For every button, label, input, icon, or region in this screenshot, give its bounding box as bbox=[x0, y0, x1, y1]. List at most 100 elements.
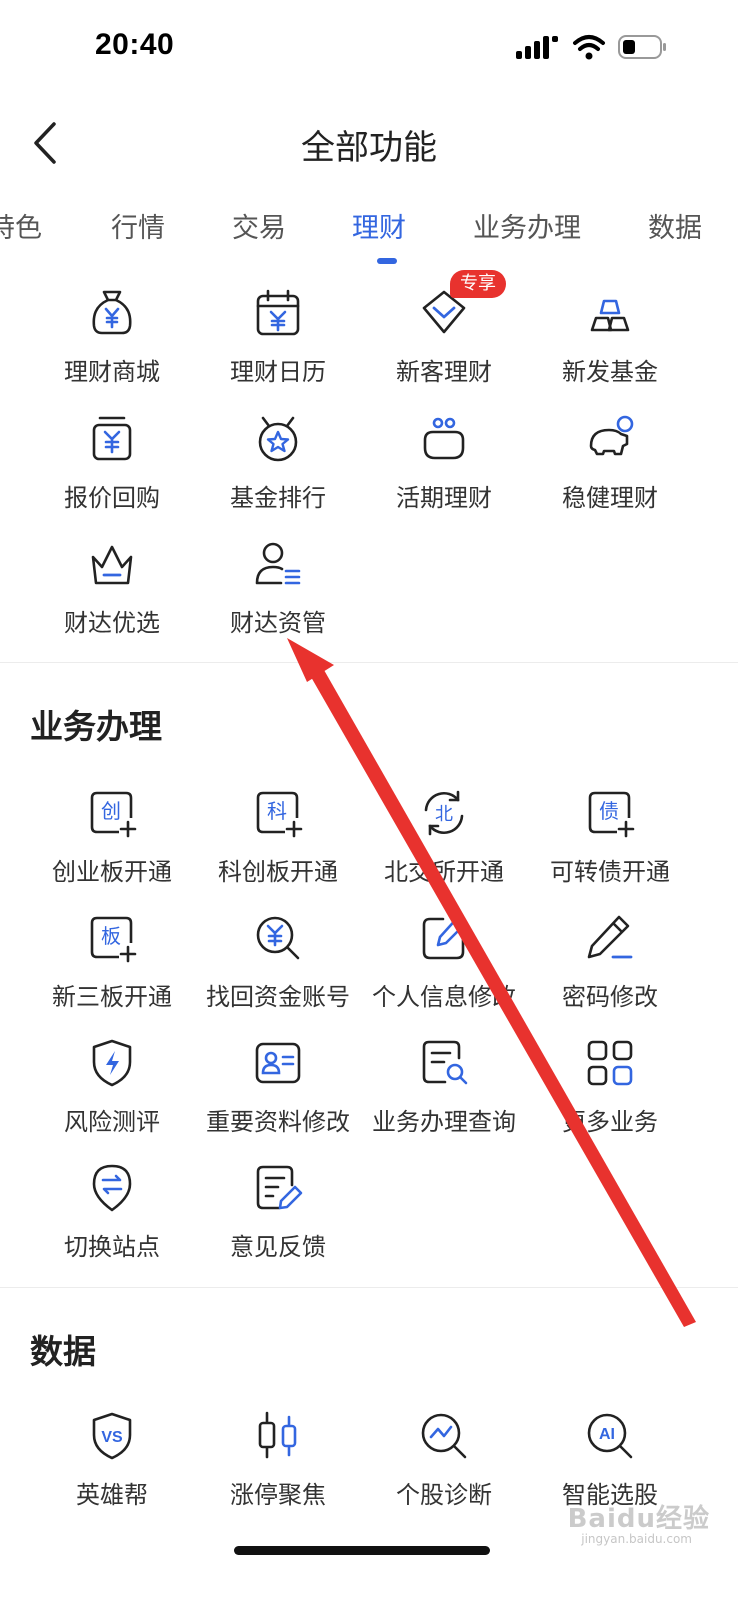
grid-item-label: 理财商城 bbox=[64, 358, 160, 386]
battery-icon bbox=[618, 34, 668, 60]
grid-item-label: 找回资金账号 bbox=[206, 983, 350, 1011]
grid-item-label: 切换站点 bbox=[64, 1233, 160, 1261]
svg-text:板: 板 bbox=[101, 924, 121, 948]
grid-item-quote-repo[interactable]: 报价回购 bbox=[27, 412, 197, 532]
exclusive-badge: 专享 bbox=[450, 270, 506, 298]
grid-item-switch-site[interactable]: 切换站点 bbox=[27, 1161, 197, 1281]
grid-item-important-info-edit[interactable]: 重要资料修改 bbox=[193, 1036, 363, 1156]
grid-item-new-fund[interactable]: 新发基金 bbox=[525, 286, 695, 406]
grid-item-bse-open[interactable]: 北 北交所开通 bbox=[359, 786, 529, 906]
grid-item-label: 重要资料修改 bbox=[206, 1108, 350, 1136]
grid-item-label: 可转债开通 bbox=[550, 858, 670, 886]
vs-shield-icon: VS bbox=[85, 1409, 139, 1463]
grid-item-business-query[interactable]: 业务办理查询 bbox=[359, 1036, 529, 1156]
grid-item-label: 北交所开通 bbox=[384, 858, 504, 886]
id-card-icon bbox=[251, 1036, 305, 1090]
svg-text:债: 债 bbox=[599, 799, 619, 823]
grid-item-label: 风险测评 bbox=[64, 1108, 160, 1136]
grid-item-password-change[interactable]: 密码修改 bbox=[525, 911, 695, 1031]
section-divider bbox=[0, 662, 738, 663]
shield-bolt-icon bbox=[85, 1036, 139, 1090]
calendar-yuan-icon bbox=[251, 286, 305, 340]
signal-icon bbox=[516, 35, 560, 59]
home-indicator bbox=[234, 1546, 490, 1555]
yuan-search-icon bbox=[251, 911, 305, 965]
tab-finance[interactable]: 理财 bbox=[352, 206, 406, 245]
switch-site-icon bbox=[85, 1161, 139, 1215]
grid-item-label: 稳健理财 bbox=[562, 484, 658, 512]
grid-item-label: 财达资管 bbox=[230, 609, 326, 637]
active-tab-indicator bbox=[377, 258, 397, 264]
status-time: 20:40 bbox=[95, 28, 175, 61]
pencil-icon bbox=[583, 911, 637, 965]
grid-item-label: 新发基金 bbox=[562, 358, 658, 386]
grid-item-label: 理财日历 bbox=[230, 358, 326, 386]
grid-item-label: 密码修改 bbox=[562, 983, 658, 1011]
grid-item-finance-calendar[interactable]: 理财日历 bbox=[193, 286, 363, 406]
grid-item-label: 基金排行 bbox=[230, 484, 326, 512]
grid-item-current-finance[interactable]: 活期理财 bbox=[359, 412, 529, 532]
gold-bars-icon bbox=[583, 286, 637, 340]
ke-add-icon: 科 bbox=[251, 786, 305, 840]
grid-item-star-market-open[interactable]: 科 科创板开通 bbox=[193, 786, 363, 906]
ban-add-icon: 板 bbox=[85, 911, 139, 965]
doc-search-icon bbox=[417, 1036, 471, 1090]
grid-item-label: 新三板开通 bbox=[52, 983, 172, 1011]
grid-item-label: 新客理财 bbox=[396, 358, 492, 386]
grid-item-stable-finance[interactable]: 稳健理财 bbox=[525, 412, 695, 532]
grid-item-neeq-open[interactable]: 板 新三板开通 bbox=[27, 911, 197, 1031]
grid-item-finance-mall[interactable]: 理财商城 bbox=[27, 286, 197, 406]
grid-item-label: 个股诊断 bbox=[396, 1481, 492, 1509]
grid-item-hero-gang[interactable]: VS 英雄帮 bbox=[27, 1409, 197, 1529]
yuan-box-icon bbox=[85, 412, 139, 466]
grid-item-recover-account[interactable]: 找回资金账号 bbox=[193, 911, 363, 1031]
section-title-data: 数据 bbox=[30, 1332, 96, 1371]
tab-features[interactable]: 特色 bbox=[0, 206, 42, 245]
nav-bar: 全部功能 bbox=[0, 100, 738, 190]
edit-box-icon bbox=[417, 911, 471, 965]
chart-search-icon bbox=[417, 1409, 471, 1463]
grid-item-personal-info-edit[interactable]: 个人信息修改 bbox=[359, 911, 529, 1031]
category-tabs: 特色 行情 交易 理财 业务办理 数据 bbox=[0, 200, 738, 270]
grid-item-gem-open[interactable]: 创 创业板开通 bbox=[27, 786, 197, 906]
tab-trade[interactable]: 交易 bbox=[232, 206, 286, 245]
grid-item-limit-up-focus[interactable]: 涨停聚焦 bbox=[193, 1409, 363, 1529]
money-bag-icon bbox=[85, 286, 139, 340]
status-icons bbox=[516, 34, 668, 60]
grid-item-risk-assessment[interactable]: 风险测评 bbox=[27, 1036, 197, 1156]
grid-item-new-customer[interactable]: 新客理财 bbox=[359, 286, 529, 406]
grid-item-fund-ranking[interactable]: 基金排行 bbox=[193, 412, 363, 532]
medal-star-icon bbox=[251, 412, 305, 466]
crown-icon bbox=[85, 537, 139, 591]
candlestick-icon bbox=[251, 1409, 305, 1463]
tab-market[interactable]: 行情 bbox=[111, 206, 165, 245]
grid-item-caida-asset-mgmt[interactable]: 财达资管 bbox=[193, 537, 363, 657]
ai-search-icon: AI bbox=[583, 1409, 637, 1463]
grid-item-label: 财达优选 bbox=[64, 609, 160, 637]
grid-item-feedback[interactable]: 意见反馈 bbox=[193, 1161, 363, 1281]
bei-refresh-icon: 北 bbox=[417, 786, 471, 840]
svg-text:北: 北 bbox=[435, 804, 453, 825]
grid-item-label: 科创板开通 bbox=[218, 858, 338, 886]
grid-item-label: 更多业务 bbox=[562, 1108, 658, 1136]
grid-item-stock-diagnosis[interactable]: 个股诊断 bbox=[359, 1409, 529, 1529]
section-divider bbox=[0, 1287, 738, 1288]
grid-item-convertible-bond-open[interactable]: 债 可转债开通 bbox=[525, 786, 695, 906]
grid-item-more-business[interactable]: 更多业务 bbox=[525, 1036, 695, 1156]
svg-text:创: 创 bbox=[101, 799, 121, 823]
grid-item-caida-select[interactable]: 财达优选 bbox=[27, 537, 197, 657]
tab-business[interactable]: 业务办理 bbox=[473, 206, 581, 245]
baidu-watermark: Baidu经验 bbox=[567, 1504, 710, 1534]
svg-text:科: 科 bbox=[267, 799, 287, 823]
feedback-icon bbox=[251, 1161, 305, 1215]
grid-item-label: 活期理财 bbox=[396, 484, 492, 512]
status-bar: 20:40 bbox=[0, 0, 738, 100]
wifi-icon bbox=[572, 34, 606, 60]
grid-icon bbox=[583, 1036, 637, 1090]
grid-item-label: 业务办理查询 bbox=[372, 1108, 516, 1136]
person-list-icon bbox=[251, 537, 305, 591]
grid-item-label: 涨停聚焦 bbox=[230, 1481, 326, 1509]
svg-text:AI: AI bbox=[599, 1426, 615, 1443]
chuang-add-icon: 创 bbox=[85, 786, 139, 840]
tab-data[interactable]: 数据 bbox=[648, 206, 702, 245]
